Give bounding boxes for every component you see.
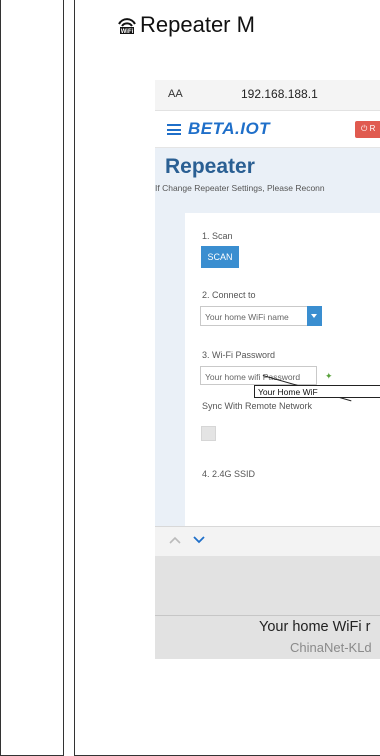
step-ssid-label: 4. 2.4G SSID <box>202 469 256 479</box>
sync-checkbox[interactable] <box>201 426 216 441</box>
network-select-value: Your home WiFi name <box>205 312 289 322</box>
show-password-icon[interactable]: ✦ <box>325 371 334 381</box>
step-connect-label: 2. Connect to <box>202 290 256 300</box>
reboot-button[interactable]: ⏻ R <box>355 121 380 138</box>
settings-card: 1. Scan SCAN 2. Connect to Your home WiF… <box>185 213 380 533</box>
heading-title: Repeater M <box>140 12 255 37</box>
reboot-label: R <box>369 124 376 133</box>
network-select[interactable]: Your home WiFi name <box>200 306 322 326</box>
url-text[interactable]: 192.168.188.1 <box>241 87 318 101</box>
site-navbar: BETA.IOT ⏻ R <box>155 111 380 148</box>
chevron-down-icon[interactable] <box>307 306 322 326</box>
scan-button[interactable]: SCAN <box>201 246 239 268</box>
page-content: Repeater If Change Repeater Settings, Pl… <box>155 148 380 533</box>
left-panel-frame <box>0 0 64 756</box>
chevron-up-icon[interactable] <box>169 535 181 545</box>
browser-url-bar[interactable]: AA 192.168.188.1 <box>155 80 380 111</box>
password-input[interactable]: Your home wifi Password <box>200 366 317 385</box>
password-placeholder: Your home wifi Password <box>205 372 301 382</box>
phone-screenshot: AA 192.168.188.1 BETA.IOT ⏻ R Repeater I… <box>155 80 380 659</box>
step-scan-label: 1. Scan <box>202 231 233 241</box>
step-password-label: 3. Wi-Fi Password <box>202 350 276 360</box>
picker-toolbar <box>155 526 380 556</box>
menu-icon[interactable] <box>167 124 181 135</box>
figure-heading: WiFi Repeater M <box>117 12 255 38</box>
brand-logo[interactable]: BETA.IOT <box>188 119 270 139</box>
network-picker-wheel[interactable]: Your home WiFi r ChinaNet-KLd <box>155 556 380 659</box>
picker-option-selected[interactable]: Your home WiFi r <box>259 619 370 635</box>
picker-option[interactable]: ChinaNet-KLd <box>290 640 372 655</box>
annotation-callout: Your Home WiF <box>254 385 380 398</box>
svg-text:WiFi: WiFi <box>121 29 134 35</box>
picker-divider <box>155 615 380 616</box>
wifi-icon: WiFi <box>117 15 137 35</box>
sync-label: Sync With Remote Network <box>202 401 313 411</box>
notice-text: If Change Repeater Settings, Please Reco… <box>155 183 325 193</box>
page-title: Repeater <box>165 155 255 178</box>
power-icon: ⏻ <box>361 124 368 133</box>
chevron-down-icon[interactable] <box>193 535 205 545</box>
text-size-button[interactable]: AA <box>168 88 183 100</box>
